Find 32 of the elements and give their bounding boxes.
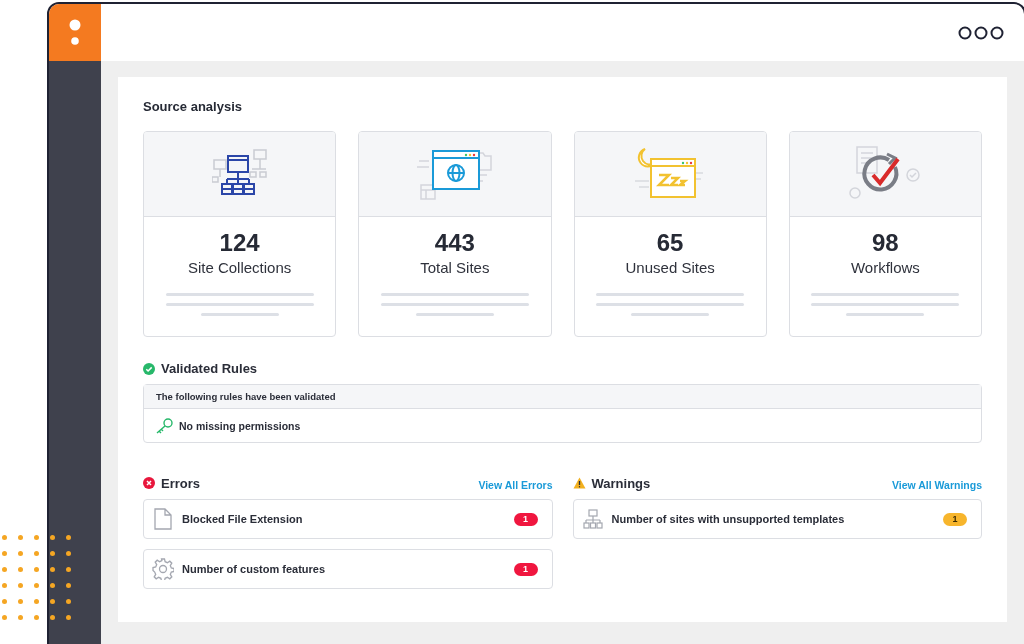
logo-icon xyxy=(69,18,81,47)
warning-icon xyxy=(572,477,586,489)
key-icon xyxy=(155,417,173,434)
error-icon xyxy=(143,477,155,489)
table-header: The following rules have been validated xyxy=(144,385,981,409)
document-icon xyxy=(154,508,172,530)
stat-value: 124 xyxy=(218,229,261,257)
count-badge: 1 xyxy=(943,512,967,526)
stat-label: Unused Sites xyxy=(624,259,716,276)
stat-label: Workflows xyxy=(849,259,921,276)
section-title: Warnings xyxy=(591,475,652,491)
check-circle-icon xyxy=(143,362,155,375)
stat-label: Total Sites xyxy=(419,259,491,276)
stat-label: Site Collections xyxy=(186,259,293,276)
section-title: Errors xyxy=(161,475,202,491)
stat-value: 98 xyxy=(871,229,900,257)
count-badge: 1 xyxy=(513,512,538,526)
stat-value: 65 xyxy=(655,229,685,257)
section-title: Validated Rules xyxy=(161,361,258,376)
issue-label: Number of custom features xyxy=(182,563,327,575)
page-heading: Source analysis xyxy=(143,99,243,114)
count-badge: 1 xyxy=(513,562,538,576)
issue-row[interactable]: Blocked File Extension 1 xyxy=(143,499,553,539)
more-icon[interactable] xyxy=(958,25,1004,40)
issue-row[interactable]: Number of custom features 1 xyxy=(143,549,553,589)
issue-label: Blocked File Extension xyxy=(182,513,304,525)
sitemap-icon xyxy=(582,509,603,529)
gear-icon xyxy=(152,558,174,580)
issue-row[interactable]: Number of sites with unsupported templates 1 xyxy=(572,499,982,539)
rule-text: No missing permissions xyxy=(179,419,301,432)
stat-value: 443 xyxy=(433,229,476,257)
issue-label: Number of sites with unsupported templates xyxy=(611,513,846,525)
